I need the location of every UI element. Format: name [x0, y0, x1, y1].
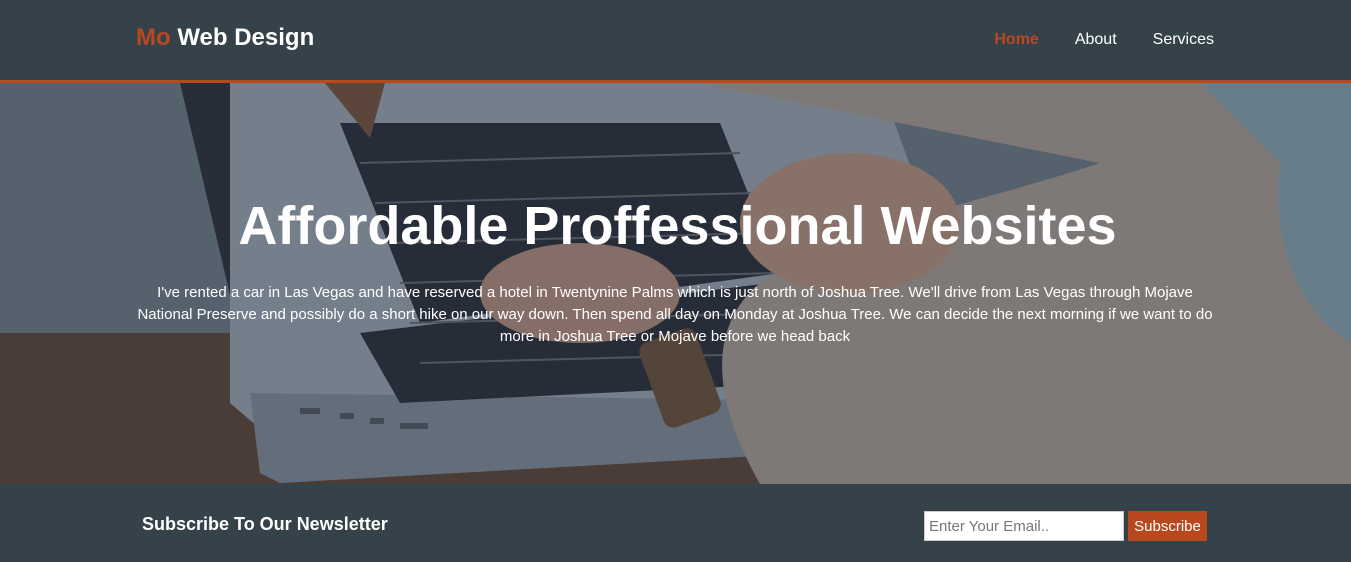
hero-title: Affordable Proffessional Websites	[238, 196, 1117, 256]
nav-home-link[interactable]: Home	[994, 31, 1038, 49]
hero-description: I've rented a car in Las Vegas and have …	[137, 284, 1213, 345]
email-input[interactable]	[924, 511, 1124, 541]
brand-text: Web Design	[170, 24, 315, 51]
newsletter-heading: Subscribe To Our Newsletter	[142, 514, 388, 534]
main-nav: Home About Services	[994, 31, 1214, 49]
brand-logo[interactable]: Mo Web Design	[136, 24, 314, 52]
brand-accent-text: Mo	[136, 24, 171, 51]
nav-services-link[interactable]: Services	[1153, 31, 1214, 49]
newsletter-section: Subscribe To Our Newsletter Subscribe	[0, 484, 1351, 562]
nav-about-link[interactable]: About	[1075, 31, 1117, 49]
hero-showcase: Affordable Proffessional Websites I've r…	[0, 83, 1351, 484]
site-header: Mo Web Design Home About Services	[0, 0, 1351, 83]
subscribe-button[interactable]: Subscribe	[1128, 511, 1207, 541]
